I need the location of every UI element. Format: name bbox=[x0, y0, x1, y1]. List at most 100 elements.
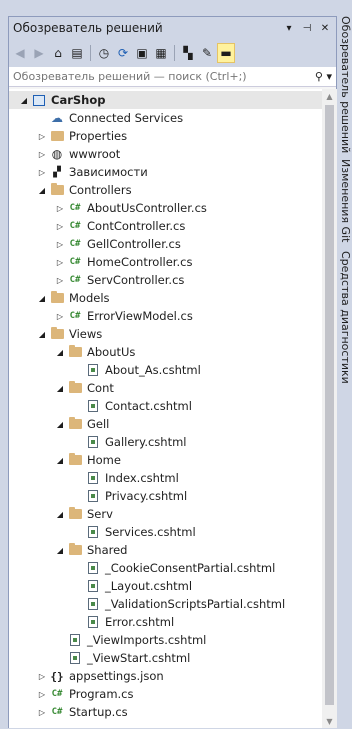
collapsed-arrow-icon[interactable]: ▷ bbox=[53, 276, 67, 285]
tree-item[interactable]: ▷ C# Program.cs bbox=[9, 685, 322, 703]
tree-item[interactable]: ◢ Gell bbox=[9, 415, 322, 433]
solution-tree: ◢ CarShop ☁ Connected Services ▷ Properties ▷ ◍… bbox=[9, 89, 322, 728]
tree-item-label: wwwroot bbox=[69, 147, 121, 161]
tree-item[interactable]: ▷ C# AboutUsController.cs bbox=[9, 199, 322, 217]
expanded-arrow-icon[interactable]: ◢ bbox=[35, 294, 49, 303]
expanded-arrow-icon[interactable]: ◢ bbox=[53, 348, 67, 357]
home-icon[interactable]: ⌂ bbox=[49, 43, 67, 63]
tree-item[interactable]: ◢ CarShop bbox=[9, 91, 322, 109]
tree-item[interactable]: ◢ Cont bbox=[9, 379, 322, 397]
tree-item-label: Cont bbox=[87, 381, 114, 395]
collapsed-arrow-icon[interactable]: ▷ bbox=[35, 690, 49, 699]
tree-item[interactable]: ◢ Home bbox=[9, 451, 322, 469]
tree-item[interactable]: ▷ ▞ Зависимости bbox=[9, 163, 322, 181]
expanded-arrow-icon[interactable]: ◢ bbox=[35, 330, 49, 339]
tree-item[interactable]: _CookieConsentPartial.cshtml bbox=[9, 559, 322, 577]
tree-item[interactable]: Privacy.cshtml bbox=[9, 487, 322, 505]
pin-icon[interactable]: ⊣ bbox=[300, 21, 314, 35]
tree-item-label: Services.cshtml bbox=[105, 525, 196, 539]
tree-item[interactable]: ◢ Models bbox=[9, 289, 322, 307]
expanded-arrow-icon[interactable]: ◢ bbox=[35, 186, 49, 195]
folder-icon bbox=[67, 381, 83, 395]
collapsed-arrow-icon[interactable]: ▷ bbox=[35, 168, 49, 177]
cs-file-icon: C# bbox=[69, 311, 81, 321]
expanded-arrow-icon[interactable]: ◢ bbox=[53, 510, 67, 519]
tree-item-label: Startup.cs bbox=[69, 705, 128, 719]
tree-item[interactable]: ▷ C# ServController.cs bbox=[9, 271, 322, 289]
side-tabs: Обозреватель решений Изменения Git Средс… bbox=[338, 16, 352, 728]
collapsed-arrow-icon[interactable]: ▷ bbox=[35, 132, 49, 141]
tree-item[interactable]: ▷ ◍ wwwroot bbox=[9, 145, 322, 163]
tree-item-label: GellController.cs bbox=[87, 237, 181, 251]
expanded-arrow-icon[interactable]: ◢ bbox=[53, 546, 67, 555]
tree-item-label: CarShop bbox=[51, 93, 106, 107]
search-icon[interactable]: ⚲ ▾ bbox=[310, 70, 332, 83]
expanded-arrow-icon[interactable]: ◢ bbox=[53, 384, 67, 393]
preview-toggle-icon[interactable]: ▬ bbox=[217, 43, 235, 63]
tree-item-label: Зависимости bbox=[69, 165, 148, 179]
tab-solution-explorer[interactable]: Обозреватель решений bbox=[338, 16, 352, 153]
tree-item[interactable]: ▷ C# ContController.cs bbox=[9, 217, 322, 235]
close-icon[interactable]: ✕ bbox=[318, 21, 332, 35]
tree-item[interactable]: ▷{} appsettings.json bbox=[9, 667, 322, 685]
collapsed-arrow-icon[interactable]: ▷ bbox=[35, 708, 49, 717]
tree-item[interactable]: _Layout.cshtml bbox=[9, 577, 322, 595]
tree-item[interactable]: Services.cshtml bbox=[9, 523, 322, 541]
switch-views-icon[interactable]: ▤ bbox=[68, 43, 86, 63]
collapsed-arrow-icon[interactable]: ▷ bbox=[53, 222, 67, 231]
tree-item[interactable]: Index.cshtml bbox=[9, 469, 322, 487]
tree-item[interactable]: ◢ Shared bbox=[9, 541, 322, 559]
tree-item[interactable]: ◢ Views bbox=[9, 325, 322, 343]
back-icon[interactable]: ◀ bbox=[11, 43, 29, 63]
tree-item-label: ContController.cs bbox=[87, 219, 186, 233]
tree-item[interactable]: ◢ Controllers bbox=[9, 181, 322, 199]
panel-titlebar: Обозреватель решений ▾ ⊣ ✕ bbox=[9, 17, 336, 39]
tree-item[interactable]: ☁ Connected Services bbox=[9, 109, 322, 127]
collapsed-arrow-icon[interactable]: ▷ bbox=[53, 240, 67, 249]
tree-item[interactable]: _ValidationScriptsPartial.cshtml bbox=[9, 595, 322, 613]
folder-icon bbox=[67, 453, 83, 467]
dropdown-arrow-icon[interactable]: ▾ bbox=[282, 21, 296, 35]
forward-icon[interactable]: ▶ bbox=[30, 43, 48, 63]
tree-item[interactable]: _ViewStart.cshtml bbox=[9, 649, 322, 667]
tree-item[interactable]: Contact.cshtml bbox=[9, 397, 322, 415]
tree-item[interactable]: Gallery.cshtml bbox=[9, 433, 322, 451]
folder-icon bbox=[67, 417, 83, 431]
vertical-scrollbar[interactable]: ▲ ▼ bbox=[322, 89, 337, 728]
scrollbar-thumb[interactable] bbox=[325, 105, 334, 705]
search-input[interactable] bbox=[13, 70, 310, 83]
panel-title: Обозреватель решений bbox=[13, 21, 163, 35]
tree-item[interactable]: Error.cshtml bbox=[9, 613, 322, 631]
tree-item[interactable]: ▷ C# GellController.cs bbox=[9, 235, 322, 253]
tree-item[interactable]: ◢ AboutUs bbox=[9, 343, 322, 361]
cshtml-file-icon bbox=[67, 651, 83, 665]
collapsed-arrow-icon[interactable]: ▷ bbox=[53, 258, 67, 267]
scroll-down-icon[interactable]: ▼ bbox=[322, 714, 337, 728]
tree-item[interactable]: ▷ C# ErrorViewModel.cs bbox=[9, 307, 322, 325]
expanded-arrow-icon[interactable]: ◢ bbox=[53, 456, 67, 465]
sync-icon[interactable]: ⟳ bbox=[114, 43, 132, 63]
pending-changes-filter-icon[interactable]: ◷ bbox=[95, 43, 113, 63]
tree-item[interactable]: _ViewImports.cshtml bbox=[9, 631, 322, 649]
tab-diagnostics[interactable]: Средства диагностики bbox=[338, 251, 352, 384]
tree-item[interactable]: ▷ Properties bbox=[9, 127, 322, 145]
scroll-up-icon[interactable]: ▲ bbox=[322, 89, 337, 103]
collapsed-arrow-icon[interactable]: ▷ bbox=[53, 204, 67, 213]
collapse-all-icon[interactable]: ▣ bbox=[133, 43, 151, 63]
collapsed-arrow-icon[interactable]: ▷ bbox=[53, 312, 67, 321]
collapsed-arrow-icon[interactable]: ▷ bbox=[35, 150, 49, 159]
show-all-files-icon[interactable]: ▦ bbox=[152, 43, 170, 63]
cs-file-icon: C# bbox=[69, 257, 81, 267]
expanded-arrow-icon[interactable]: ◢ bbox=[17, 96, 31, 105]
tree-item-label: _CookieConsentPartial.cshtml bbox=[105, 561, 276, 575]
tree-item[interactable]: ▷ C# Startup.cs bbox=[9, 703, 322, 721]
tree-item-label: Models bbox=[69, 291, 110, 305]
expanded-arrow-icon[interactable]: ◢ bbox=[53, 420, 67, 429]
collapsed-arrow-icon[interactable]: ▷ bbox=[35, 672, 49, 681]
properties-wrench-icon[interactable]: ✎ bbox=[198, 43, 216, 63]
tree-item[interactable]: About_As.cshtml bbox=[9, 361, 322, 379]
tab-git-changes[interactable]: Изменения Git bbox=[338, 159, 352, 242]
tree-item[interactable]: ▷ C# HomeController.cs bbox=[9, 253, 322, 271]
preview-selected-icon[interactable]: ▚ bbox=[179, 43, 197, 63]
tree-item[interactable]: ◢ Serv bbox=[9, 505, 322, 523]
